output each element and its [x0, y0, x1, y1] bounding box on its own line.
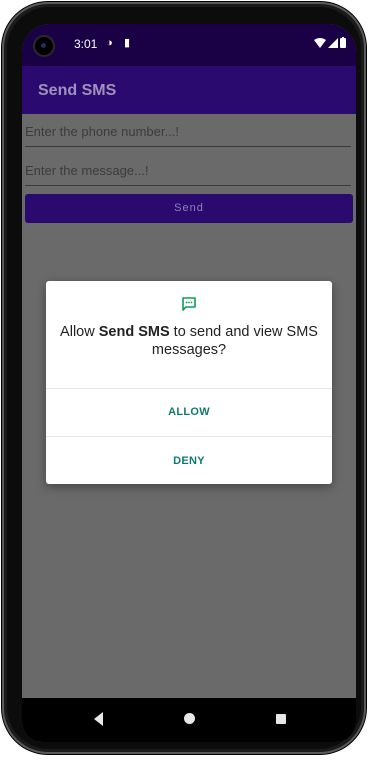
- app-title: Send SMS: [38, 82, 117, 99]
- home-icon[interactable]: [184, 713, 195, 724]
- dialog-message: Allow Send SMS to send and view SMS mess…: [56, 323, 322, 359]
- allow-button[interactable]: ALLOW: [46, 389, 332, 435]
- status-time: 3:01: [74, 37, 98, 51]
- front-camera: [35, 37, 53, 55]
- recents-icon[interactable]: [276, 714, 286, 724]
- battery-icon: [340, 37, 346, 48]
- back-icon[interactable]: [94, 712, 103, 726]
- signal-icon: [328, 38, 338, 48]
- data-saver-icon: ◑: [106, 37, 113, 49]
- navigation-bar: [22, 698, 356, 742]
- sd-card-icon: ▮: [124, 37, 131, 49]
- dialog-text-prefix: Allow: [60, 324, 99, 340]
- phone-number-field-container: [25, 116, 351, 147]
- wifi-icon: [314, 38, 326, 48]
- message-input[interactable]: [25, 155, 351, 185]
- message-field-container: [25, 155, 351, 186]
- sms-icon: [182, 297, 196, 311]
- dialog-app-name: Send SMS: [98, 324, 170, 340]
- send-button[interactable]: Send: [25, 194, 353, 223]
- deny-button[interactable]: DENY: [46, 438, 332, 484]
- phone-screen: 3:01 ◑ ▮ Send SMS Send Allow Send SMS to…: [22, 24, 356, 742]
- dialog-text-suffix: to send and view SMS messages?: [151, 324, 318, 358]
- status-bar: 3:01 ◑ ▮: [22, 24, 356, 66]
- app-bar: Send SMS: [22, 66, 356, 114]
- sms-permission-dialog: Allow Send SMS to send and view SMS mess…: [46, 281, 332, 484]
- dialog-divider-middle: [46, 436, 332, 437]
- phone-number-input[interactable]: [25, 116, 351, 146]
